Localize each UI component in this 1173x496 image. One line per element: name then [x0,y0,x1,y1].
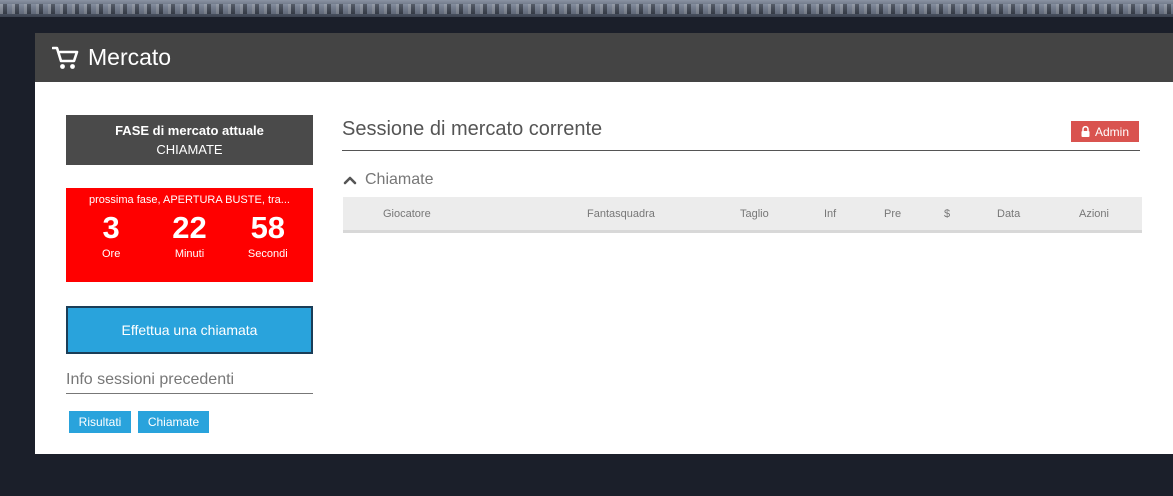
countdown-hours: 3 Ore [76,210,146,262]
results-button[interactable]: Risultati [69,411,131,433]
column-header[interactable]: Data [997,208,1020,220]
column-header[interactable]: Inf [824,208,836,220]
panel-header: Mercato [35,33,1173,82]
page-title: Mercato [88,44,172,70]
calls-section-label: Chiamate [365,171,434,188]
make-call-button[interactable]: Effettua una chiamata [66,306,313,354]
phase-label: FASE di mercato attuale [115,123,264,138]
countdown-box: prossima fase, APERTURA BUSTE, tra... 3 … [66,188,313,282]
calls-table-header: Giocatore Fantasquadra Taglio Inf Pre $ … [343,197,1142,233]
minutes-value: 22 [172,210,207,245]
column-header[interactable]: Fantasquadra [587,208,655,220]
session-title: Sessione di mercato corrente [342,118,603,140]
previous-sessions-title: Info sessioni precedenti [66,371,313,394]
chevron-up-icon [343,176,357,185]
admin-button[interactable]: Admin [1071,121,1139,142]
countdown-seconds: 58 Secondi [233,210,303,262]
calls-button[interactable]: Chiamate [138,411,209,433]
title-divider [342,150,1140,151]
countdown-minutes: 22 Minuti [154,210,224,262]
next-phase-text: prossima fase, APERTURA BUSTE, tra... [89,194,290,206]
seconds-value: 58 [250,210,286,245]
minutes-label: Minuti [174,248,205,260]
seconds-label: Secondi [247,248,288,260]
stadium-banner [0,0,1173,17]
cart-icon [52,46,79,69]
admin-label: Admin [1094,124,1129,139]
column-header[interactable]: Giocatore [383,208,431,220]
column-header[interactable]: Pre [884,208,901,220]
hours-value: 3 [102,210,120,245]
hours-label: Ore [101,248,121,260]
lock-icon [1081,126,1090,137]
calls-section-toggle[interactable]: Chiamate [343,171,433,189]
column-header[interactable]: Azioni [1079,208,1109,220]
column-header[interactable]: Taglio [740,208,769,220]
column-header[interactable]: $ [944,208,950,220]
market-panel: Mercato FASE di mercato attuale CHIAMATE… [35,33,1173,454]
phase-value: CHIAMATE [156,142,223,157]
current-phase-box: FASE di mercato attuale CHIAMATE [66,115,313,165]
